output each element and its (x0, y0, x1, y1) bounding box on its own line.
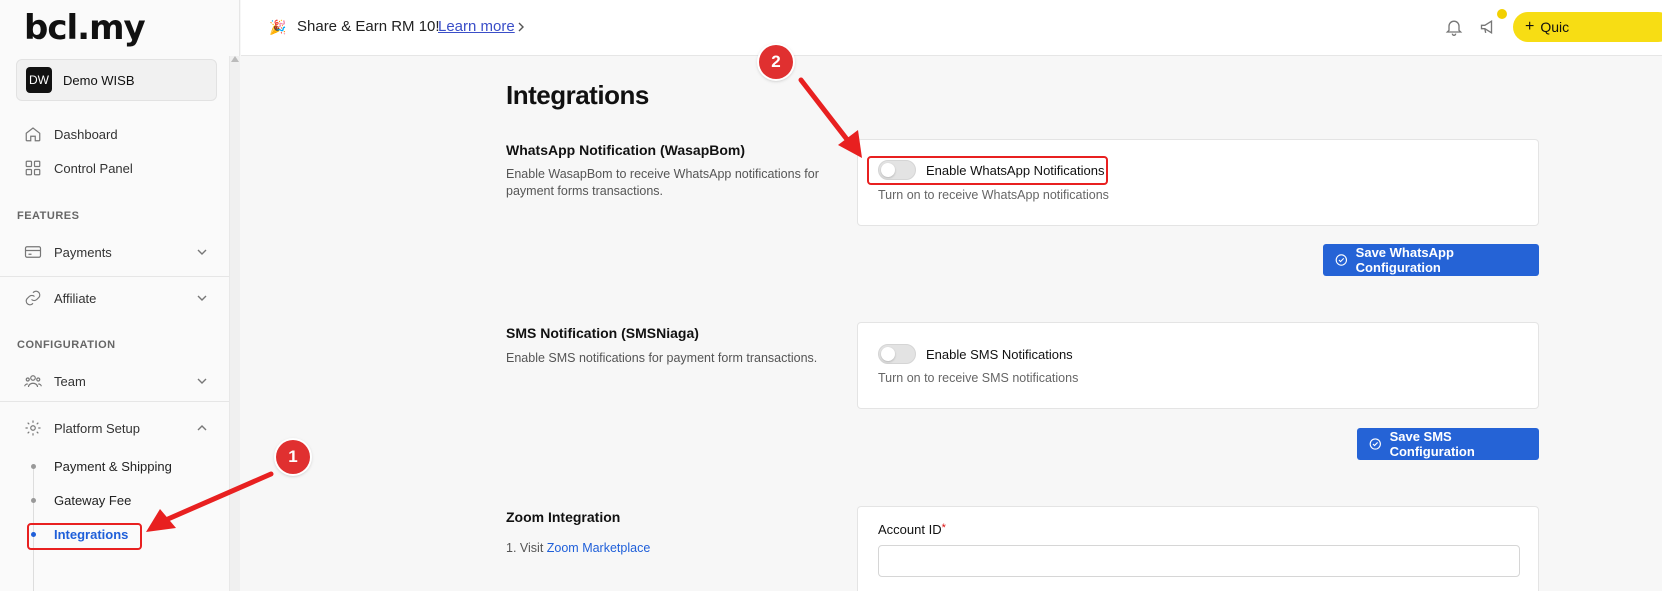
home-icon (25, 127, 41, 142)
sidebar-item-label: Platform Setup (54, 420, 140, 436)
section-label-features: FEATURES (17, 210, 80, 222)
check-circle-icon (1335, 254, 1348, 266)
sms-card: Enable SMS Notifications Turn on to rece… (857, 322, 1539, 409)
check-circle-icon (1369, 438, 1381, 450)
zoom-section-title: Zoom Integration (506, 509, 621, 525)
sidebar-item-team[interactable]: Team (24, 372, 214, 390)
annotation-arrows (146, 77, 862, 532)
sidebar-item-affiliate[interactable]: Affiliate (24, 289, 214, 307)
org-switcher[interactable]: DW Demo WISB (16, 59, 217, 101)
sidebar-item-label: Affiliate (54, 290, 97, 306)
quick-action-button[interactable]: + Quic (1513, 12, 1662, 42)
zoom-step-prefix: 1. Visit (506, 541, 547, 555)
sms-toggle[interactable] (878, 344, 916, 364)
megaphone-icon[interactable] (1479, 17, 1499, 37)
sidebar-item-label: Dashboard (54, 126, 118, 142)
sidebar-subitem-gateway-fee[interactable]: Gateway Fee (54, 493, 131, 508)
learn-more-link[interactable]: Learn more (438, 18, 515, 35)
save-whatsapp-button[interactable]: Save WhatsApp Configuration (1323, 244, 1539, 276)
section-label-configuration: CONFIGURATION (17, 339, 116, 351)
notification-dot (1497, 9, 1507, 19)
scroll-up-arrow-icon[interactable] (231, 56, 239, 62)
sidebar-scrollbar[interactable] (229, 56, 240, 591)
sidebar-item-payments[interactable]: Payments (24, 243, 214, 261)
sidebar-item-label: Control Panel (54, 160, 133, 176)
promo-text: Share & Earn RM 10! (297, 18, 440, 35)
sms-section-title: SMS Notification (SMSNiaga) (506, 325, 699, 341)
chevron-down-icon[interactable] (196, 375, 208, 387)
party-popper-icon: 🎉 (269, 19, 287, 35)
link-icon (25, 290, 41, 306)
brand-logo[interactable]: bcl.my (24, 8, 146, 48)
required-mark: * (941, 522, 946, 534)
whatsapp-section-description: Enable WasapBom to receive WhatsApp noti… (506, 167, 819, 198)
chevron-down-icon[interactable] (196, 246, 208, 258)
bell-icon[interactable] (1444, 17, 1464, 37)
account-id-label: Account ID* (878, 522, 946, 537)
org-avatar: DW (26, 67, 52, 93)
page-title: Integrations (506, 80, 649, 110)
chevron-up-icon[interactable] (196, 422, 208, 434)
divider (0, 276, 229, 277)
zoom-marketplace-link[interactable]: Zoom Marketplace (547, 541, 651, 555)
save-sms-button[interactable]: Save SMS Configuration (1357, 428, 1539, 460)
plus-icon: + (1525, 18, 1535, 35)
team-icon (24, 375, 42, 388)
gear-icon (25, 420, 41, 436)
chevron-right-icon[interactable] (516, 21, 526, 33)
step-badge-2: 2 (759, 45, 793, 79)
sidebar: bcl.my DW Demo WISB Dashboard Control Pa… (0, 0, 240, 591)
highlight-whatsapp-toggle (867, 156, 1108, 185)
step-badge-1: 1 (276, 440, 310, 474)
subnav-dot (31, 464, 36, 469)
arrow-to-whatsapp-toggle (798, 77, 852, 145)
sms-toggle-label[interactable]: Enable SMS Notifications (926, 347, 1073, 362)
sidebar-item-control-panel[interactable]: Control Panel (24, 159, 133, 177)
sidebar-item-label: Payments (54, 244, 112, 260)
zoom-step-1: 1. Visit Zoom Marketplace (506, 540, 836, 557)
grid-icon (25, 160, 41, 176)
highlight-integrations (27, 523, 142, 550)
whatsapp-toggle-help: Turn on to receive WhatsApp notification… (878, 188, 1109, 202)
org-name: Demo WISB (63, 72, 135, 88)
sidebar-subitem-payment-shipping[interactable]: Payment & Shipping (54, 459, 172, 474)
chevron-down-icon[interactable] (196, 292, 208, 304)
zoom-card: Account ID* (857, 506, 1539, 591)
sidebar-item-platform-setup[interactable]: Platform Setup (24, 419, 214, 437)
divider (0, 401, 229, 402)
subnav-dot (31, 498, 36, 503)
save-sms-label: Save SMS Configuration (1389, 429, 1475, 459)
top-bar: 🎉 Share & Earn RM 10! Learn more + Quic (241, 0, 1662, 56)
account-id-input[interactable] (878, 545, 1520, 577)
credit-card-icon (24, 246, 42, 258)
save-whatsapp-label: Save WhatsApp Configuration (1355, 245, 1454, 275)
account-id-label-text: Account ID (878, 522, 942, 537)
quick-action-label: Quic (1540, 19, 1570, 35)
sms-toggle-help: Turn on to receive SMS notifications (878, 371, 1079, 385)
sidebar-item-label: Team (54, 373, 86, 389)
sidebar-item-dashboard[interactable]: Dashboard (24, 125, 118, 143)
toggle-knob (881, 347, 895, 361)
whatsapp-section-title: WhatsApp Notification (WasapBom) (506, 142, 746, 158)
sms-section-description: Enable SMS notifications for payment for… (506, 351, 818, 365)
